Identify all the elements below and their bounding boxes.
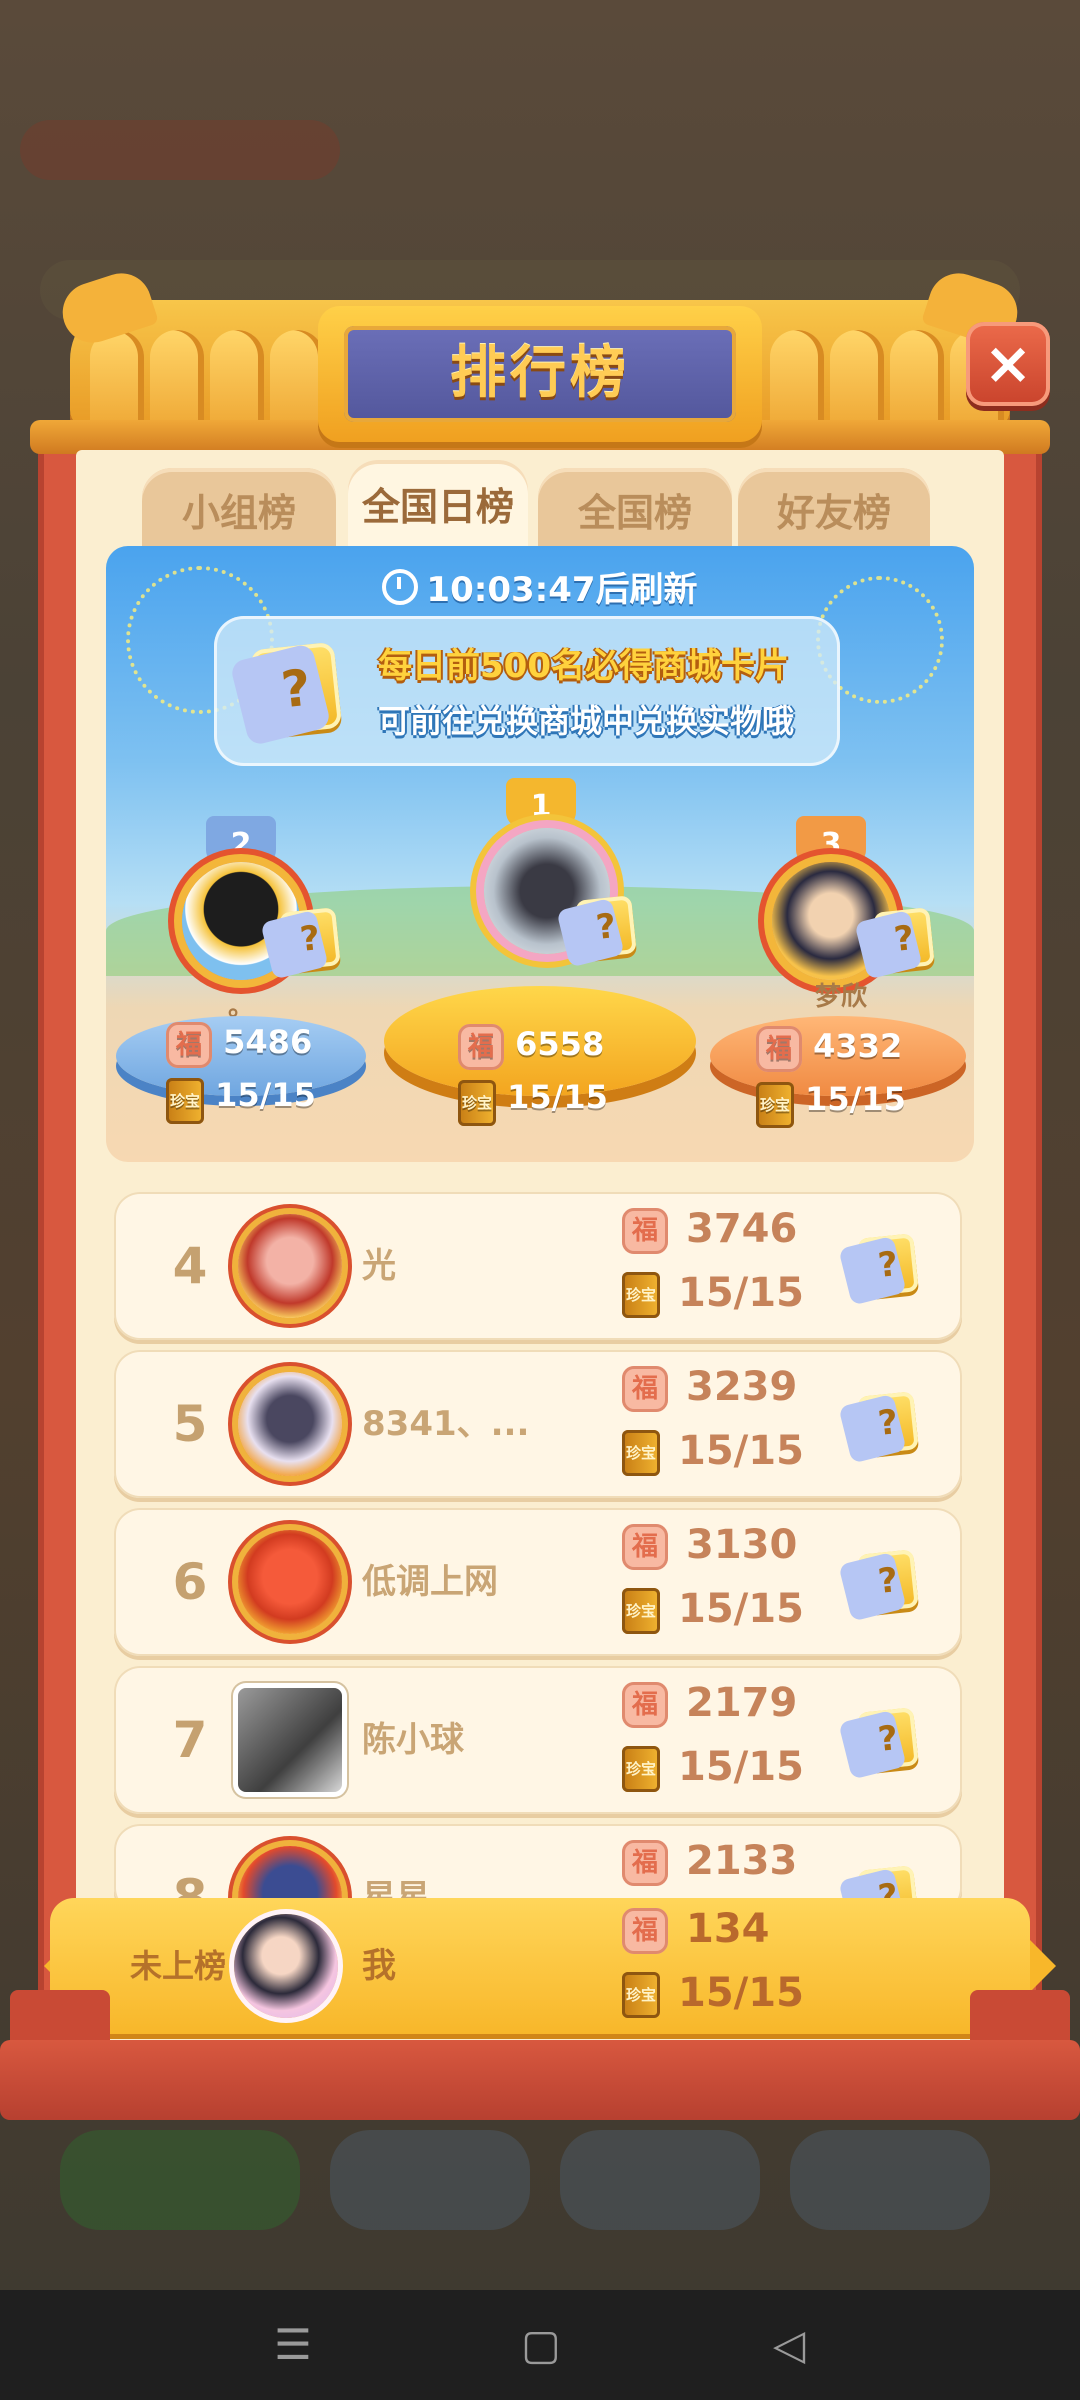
rank-2-crown-icon: 2 xyxy=(206,816,276,866)
list-item-rank-6[interactable]: 6 低调上网 福 3130 珍宝 15/15 ? xyxy=(114,1508,962,1656)
player-name: 低调上网 xyxy=(362,1562,498,1602)
close-button[interactable]: × xyxy=(966,322,1050,406)
rank-3-progress: 15/15 xyxy=(805,1080,906,1118)
rank-1-progress: 15/15 xyxy=(507,1078,608,1116)
system-navigation-bar: ☰ ▢ ◁ xyxy=(0,2290,1080,2400)
rank-3-card-icon: ? xyxy=(873,907,935,971)
page-title: 排行榜 xyxy=(450,341,630,406)
rank-3-name: 梦欣 xyxy=(814,982,867,1012)
top-three-podium: 10:03:47后刷新 ? 每日前500名必得商城卡片 可前往兑换商城中兑换实物… xyxy=(106,546,974,1162)
my-score: 134 xyxy=(686,1906,770,1952)
rank-3-crown-icon: 3 xyxy=(796,816,866,866)
treasure-book-icon: 珍宝 xyxy=(458,1080,496,1126)
player-score: 2179 xyxy=(686,1680,798,1726)
rank-number: 4 xyxy=(172,1237,208,1295)
list-item-rank-7[interactable]: 7 陈小球 福 2179 珍宝 15/15 ? xyxy=(114,1666,962,1814)
mall-card-icon: ? xyxy=(857,1233,919,1297)
player-progress: 15/15 xyxy=(678,1744,804,1790)
avatar[interactable] xyxy=(238,1688,342,1792)
treasure-book-icon: 珍宝 xyxy=(166,1078,204,1124)
avatar[interactable] xyxy=(238,1372,342,1476)
home-icon[interactable]: ▢ xyxy=(514,2318,568,2372)
player-score: 3746 xyxy=(686,1206,798,1252)
treasure-book-icon: 珍宝 xyxy=(622,1588,660,1634)
treasure-book-icon: 珍宝 xyxy=(622,1746,660,1792)
treasure-book-icon: 珍宝 xyxy=(756,1082,794,1128)
fu-coin-icon: 福 xyxy=(458,1024,504,1070)
fu-coin-icon: 福 xyxy=(622,1366,668,1412)
list-item-rank-4[interactable]: 4 光 福 3746 珍宝 15/15 ? xyxy=(114,1192,962,1340)
mall-card-icon: ? xyxy=(857,1391,919,1455)
tab-national-daily[interactable]: 全国日榜 xyxy=(348,460,528,556)
player-progress: 15/15 xyxy=(678,1428,804,1474)
frame-base xyxy=(0,2040,1080,2120)
fu-coin-icon: 福 xyxy=(622,1840,668,1886)
player-progress: 15/15 xyxy=(678,1586,804,1632)
rank-1-score: 6558 xyxy=(515,1025,605,1063)
treasure-book-icon: 珍宝 xyxy=(622,1972,660,2018)
player-name: 光 xyxy=(362,1246,396,1286)
player-score: 3130 xyxy=(686,1522,798,1568)
banner-exchange-text: 可前往兑换商城中兑换实物哦 xyxy=(378,702,795,740)
my-avatar[interactable] xyxy=(234,1914,338,2018)
refresh-timer: 10:03:47后刷新 xyxy=(106,562,974,611)
my-name: 我 xyxy=(362,1946,396,1986)
player-progress: 15/15 xyxy=(678,1270,804,1316)
fu-coin-icon: 福 xyxy=(166,1022,212,1068)
rank-number: 6 xyxy=(172,1553,208,1611)
clock-icon xyxy=(382,569,419,605)
mall-card-icon: ? xyxy=(857,1549,919,1613)
rank-2-card-icon: ? xyxy=(279,907,341,971)
tab-friends[interactable]: 好友榜 xyxy=(738,468,930,554)
player-score: 3239 xyxy=(686,1364,798,1410)
player-name: 8341、... xyxy=(362,1404,530,1444)
rank-1-crown-icon: 1 xyxy=(506,778,576,828)
rank-3-score: 4332 xyxy=(813,1027,903,1065)
mall-card-icon: ? xyxy=(857,1707,919,1771)
fu-coin-icon: 福 xyxy=(756,1026,802,1072)
treasure-book-icon: 珍宝 xyxy=(622,1272,660,1318)
menu-icon[interactable]: ☰ xyxy=(266,2318,320,2372)
mall-card-icon: ? xyxy=(249,641,343,737)
fu-coin-icon: 福 xyxy=(622,1908,668,1954)
list-item-rank-5[interactable]: 5 8341、... 福 3239 珍宝 15/15 ? xyxy=(114,1350,962,1498)
avatar[interactable] xyxy=(238,1214,342,1318)
reward-banner: ? 每日前500名必得商城卡片 可前往兑换商城中兑换实物哦 xyxy=(214,616,840,766)
banner-reward-text: 每日前500名必得商城卡片 xyxy=(378,646,789,686)
player-score: 2133 xyxy=(686,1838,798,1884)
rank-1-card-icon: ? xyxy=(575,895,637,959)
fu-coin-icon: 福 xyxy=(622,1524,668,1570)
title-plaque: 排行榜 xyxy=(318,306,762,442)
tab-group[interactable]: 小组榜 xyxy=(142,468,336,554)
back-icon[interactable]: ◁ xyxy=(762,2318,816,2372)
rank-2-score: 5486 xyxy=(223,1023,313,1061)
rank-number: 7 xyxy=(172,1711,208,1769)
rank-number: 5 xyxy=(172,1395,208,1453)
fu-coin-icon: 福 xyxy=(622,1682,668,1728)
my-rank-row[interactable]: 未上榜 我 福 134 珍宝 15/15 xyxy=(50,1898,1030,2034)
treasure-book-icon: 珍宝 xyxy=(622,1430,660,1476)
my-rank-status: 未上榜 xyxy=(130,1947,227,1985)
rank-2-progress: 15/15 xyxy=(215,1076,316,1114)
player-name: 陈小球 xyxy=(362,1720,464,1760)
fu-coin-icon: 福 xyxy=(622,1208,668,1254)
tab-national[interactable]: 全国榜 xyxy=(538,468,732,554)
my-progress: 15/15 xyxy=(678,1970,804,2016)
avatar[interactable] xyxy=(238,1530,342,1634)
close-icon: × xyxy=(983,329,1033,397)
